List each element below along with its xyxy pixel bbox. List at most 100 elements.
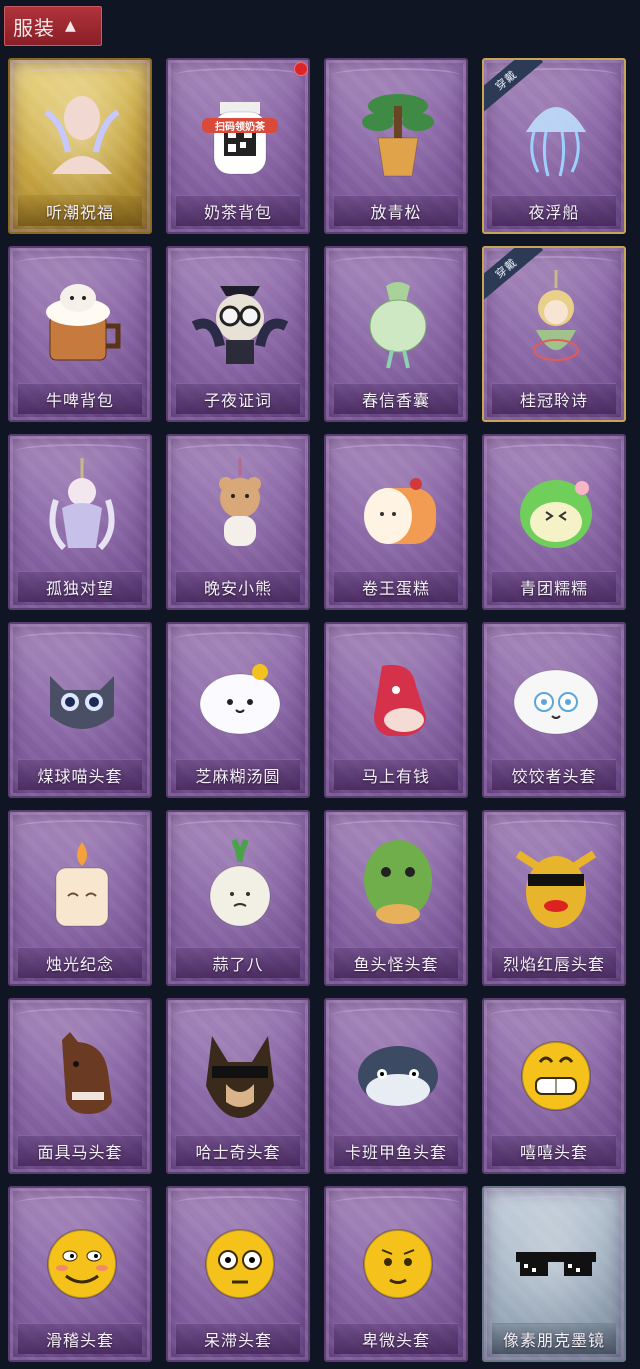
costume-card[interactable]: 芝麻糊汤圆 [166,622,310,798]
costume-art [32,458,132,558]
costume-card[interactable]: 夜浮船 穿戴 [482,58,626,234]
costume-art [348,1210,448,1310]
costume-art [506,270,606,370]
teddy-bear-icon [219,458,261,546]
potted-pine-icon [362,94,434,177]
costume-name: 晚安小熊 [176,571,300,602]
costume-name: 煤球喵头套 [18,759,142,790]
green-dumpling-icon [520,480,592,548]
new-indicator-dot [294,62,308,76]
costume-art [348,834,448,934]
scent-pouch-icon [369,282,427,369]
costume-card[interactable]: 青团糯糯 [482,434,626,610]
costume-name: 烛光纪念 [18,947,142,978]
costume-art [190,1022,290,1122]
yellow-mask-icon [515,850,597,928]
costume-name: 烈焰红唇头套 [492,947,616,978]
costume-grid: 听潮祝福 扫码领奶茶 奶茶背包 放青松 夜浮船 穿戴 牛啤背包 子夜证词 春信香… [8,58,626,1362]
costume-category-header[interactable]: 服装 ▲ [4,6,102,46]
costume-card[interactable]: 桂冠聆诗 穿戴 [482,246,626,422]
costume-name: 蒜了八 [176,947,300,978]
costume-art [506,458,606,558]
costume-card[interactable]: 烛光纪念 [8,810,152,986]
costume-name: 像素朋克墨镜 [492,1323,616,1354]
chevron-up-icon: ▲ [65,18,77,34]
charm-figure-icon [49,458,115,551]
costume-art [506,834,606,934]
costume-art [348,458,448,558]
costume-name: 青团糯糯 [492,571,616,602]
rice-ball-icon [199,664,281,735]
costume-art [506,82,606,182]
roll-cake-icon [364,478,436,544]
dumpling-head-icon [513,669,599,735]
costume-card[interactable]: 像素朋克墨镜 [482,1186,626,1362]
category-title: 服装 [13,15,55,40]
turtle-head-icon [358,1046,438,1106]
costume-card[interactable]: 马上有钱 [324,622,468,798]
costume-card[interactable]: 卡班甲鱼头套 [324,998,468,1174]
costume-name: 呆滞头套 [176,1323,300,1354]
costume-card[interactable]: 蒜了八 [166,810,310,986]
costume-name: 饺饺者头套 [492,759,616,790]
costume-name: 面具马头套 [18,1135,142,1166]
costume-card[interactable]: 放青松 [324,58,468,234]
costume-name: 桂冠聆诗 [492,383,616,414]
costume-name: 放青松 [334,195,458,226]
costume-art [190,458,290,558]
laurel-charm-icon [533,270,579,361]
costume-art [506,1022,606,1122]
costume-card[interactable]: 饺饺者头套 [482,622,626,798]
costume-art [348,646,448,746]
dog-head-icon [206,1036,274,1118]
costume-name: 卡班甲鱼头套 [334,1135,458,1166]
cat-head-icon [50,676,114,729]
costume-card[interactable]: 滑稽头套 [8,1186,152,1362]
costume-name: 孤独对望 [18,571,142,602]
costume-art [506,1210,606,1310]
candle-icon [55,842,109,927]
costume-card[interactable]: 孤独对望 [8,434,152,610]
costume-art [506,646,606,746]
costume-name: 哈士奇头套 [176,1135,300,1166]
cow-beer-mug-icon [46,284,121,361]
costume-art [190,646,290,746]
costume-card[interactable]: 牛啤背包 [8,246,152,422]
garlic-icon [209,838,271,927]
costume-card[interactable]: 晚安小熊 [166,434,310,610]
costume-name: 鱼头怪头套 [334,947,458,978]
costume-name: 奶茶背包 [176,195,300,226]
qr-caption: 扫码领奶茶 [202,118,278,133]
costume-art [190,270,290,370]
pixel-sunglasses-icon [516,1252,596,1276]
costume-name: 牛啤背包 [18,383,142,414]
costume-art [32,834,132,934]
costume-art [348,1022,448,1122]
costume-name: 滑稽头套 [18,1323,142,1354]
costume-card[interactable]: 鱼头怪头套 [324,810,468,986]
costume-art [32,1210,132,1310]
costume-name: 马上有钱 [334,759,458,790]
fish-head-icon [364,840,432,924]
costume-card[interactable]: 扫码领奶茶 奶茶背包 [166,58,310,234]
costume-card[interactable]: 烈焰红唇头套 [482,810,626,986]
costume-card[interactable]: 听潮祝福 [8,58,152,234]
costume-name: 嘻嘻头套 [492,1135,616,1166]
costume-card[interactable]: 子夜证词 [166,246,310,422]
costume-card[interactable]: 煤球喵头套 [8,622,152,798]
costume-art [348,82,448,182]
costume-card[interactable]: 卑微头套 [324,1186,468,1362]
costume-name: 夜浮船 [492,195,616,226]
costume-art [190,834,290,934]
costume-card[interactable]: 春信香囊 [324,246,468,422]
costume-name: 子夜证词 [176,383,300,414]
costume-card[interactable]: 哈士奇头套 [166,998,310,1174]
costume-card[interactable]: 面具马头套 [8,998,152,1174]
costume-card[interactable]: 呆滞头套 [166,1186,310,1362]
costume-art [190,1210,290,1310]
costume-card[interactable]: 卷王蛋糕 [324,434,468,610]
costume-name: 春信香囊 [334,383,458,414]
brown-horse-icon [62,1032,112,1114]
costume-art [32,646,132,746]
costume-card[interactable]: 嘻嘻头套 [482,998,626,1174]
